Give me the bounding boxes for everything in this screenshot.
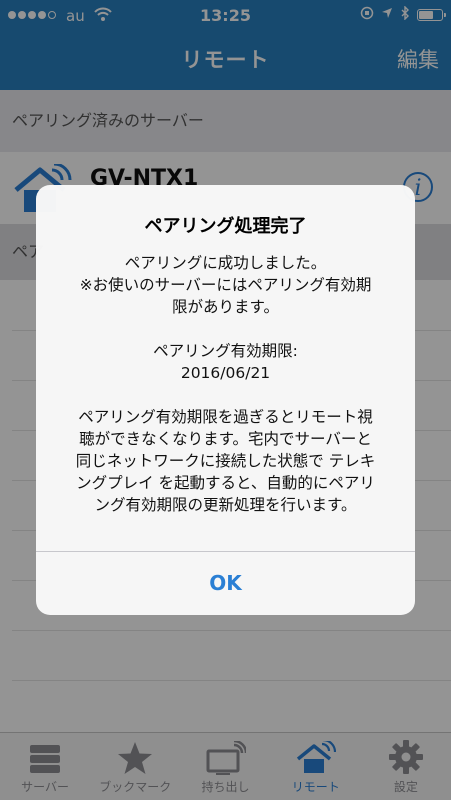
ok-button[interactable]: OK [36,552,415,615]
alert-line: ング有効期限の更新処理を行います。 [94,496,357,514]
alert-line: ングプレイ を起動すると、自動的にペアリ [76,474,375,492]
alert-line: 限があります。 [172,298,279,316]
alert-line: 同じネットワークに接続した状態で テレキ [75,452,376,470]
alert-spacer [58,318,393,340]
alert-dialog: ペアリング処理完了 ペアリングに成功しました。 ※お使いのサーバーにはペアリング… [36,185,415,615]
screen: au 13:25 リモート 編集 ペアリング済みのサーバー GV-NTX1 i … [0,0,451,800]
alert-line: ペアリング有効期限: [153,342,298,360]
alert-line: ペアリングに成功しました。 [124,254,327,272]
alert-line: 聴ができなくなります。宅内でサーバーと [79,430,372,448]
alert-message: ペアリングに成功しました。 ※お使いのサーバーにはペアリング有効期 限があります… [58,252,393,516]
alert-line: ペアリング有効期限を過ぎるとリモート視 [78,408,373,426]
alert-line: 2016/06/21 [180,364,271,382]
alert-line: ※お使いのサーバーにはペアリング有効期 [79,276,372,294]
alert-spacer [58,384,393,406]
alert-title: ペアリング処理完了 [144,216,307,237]
